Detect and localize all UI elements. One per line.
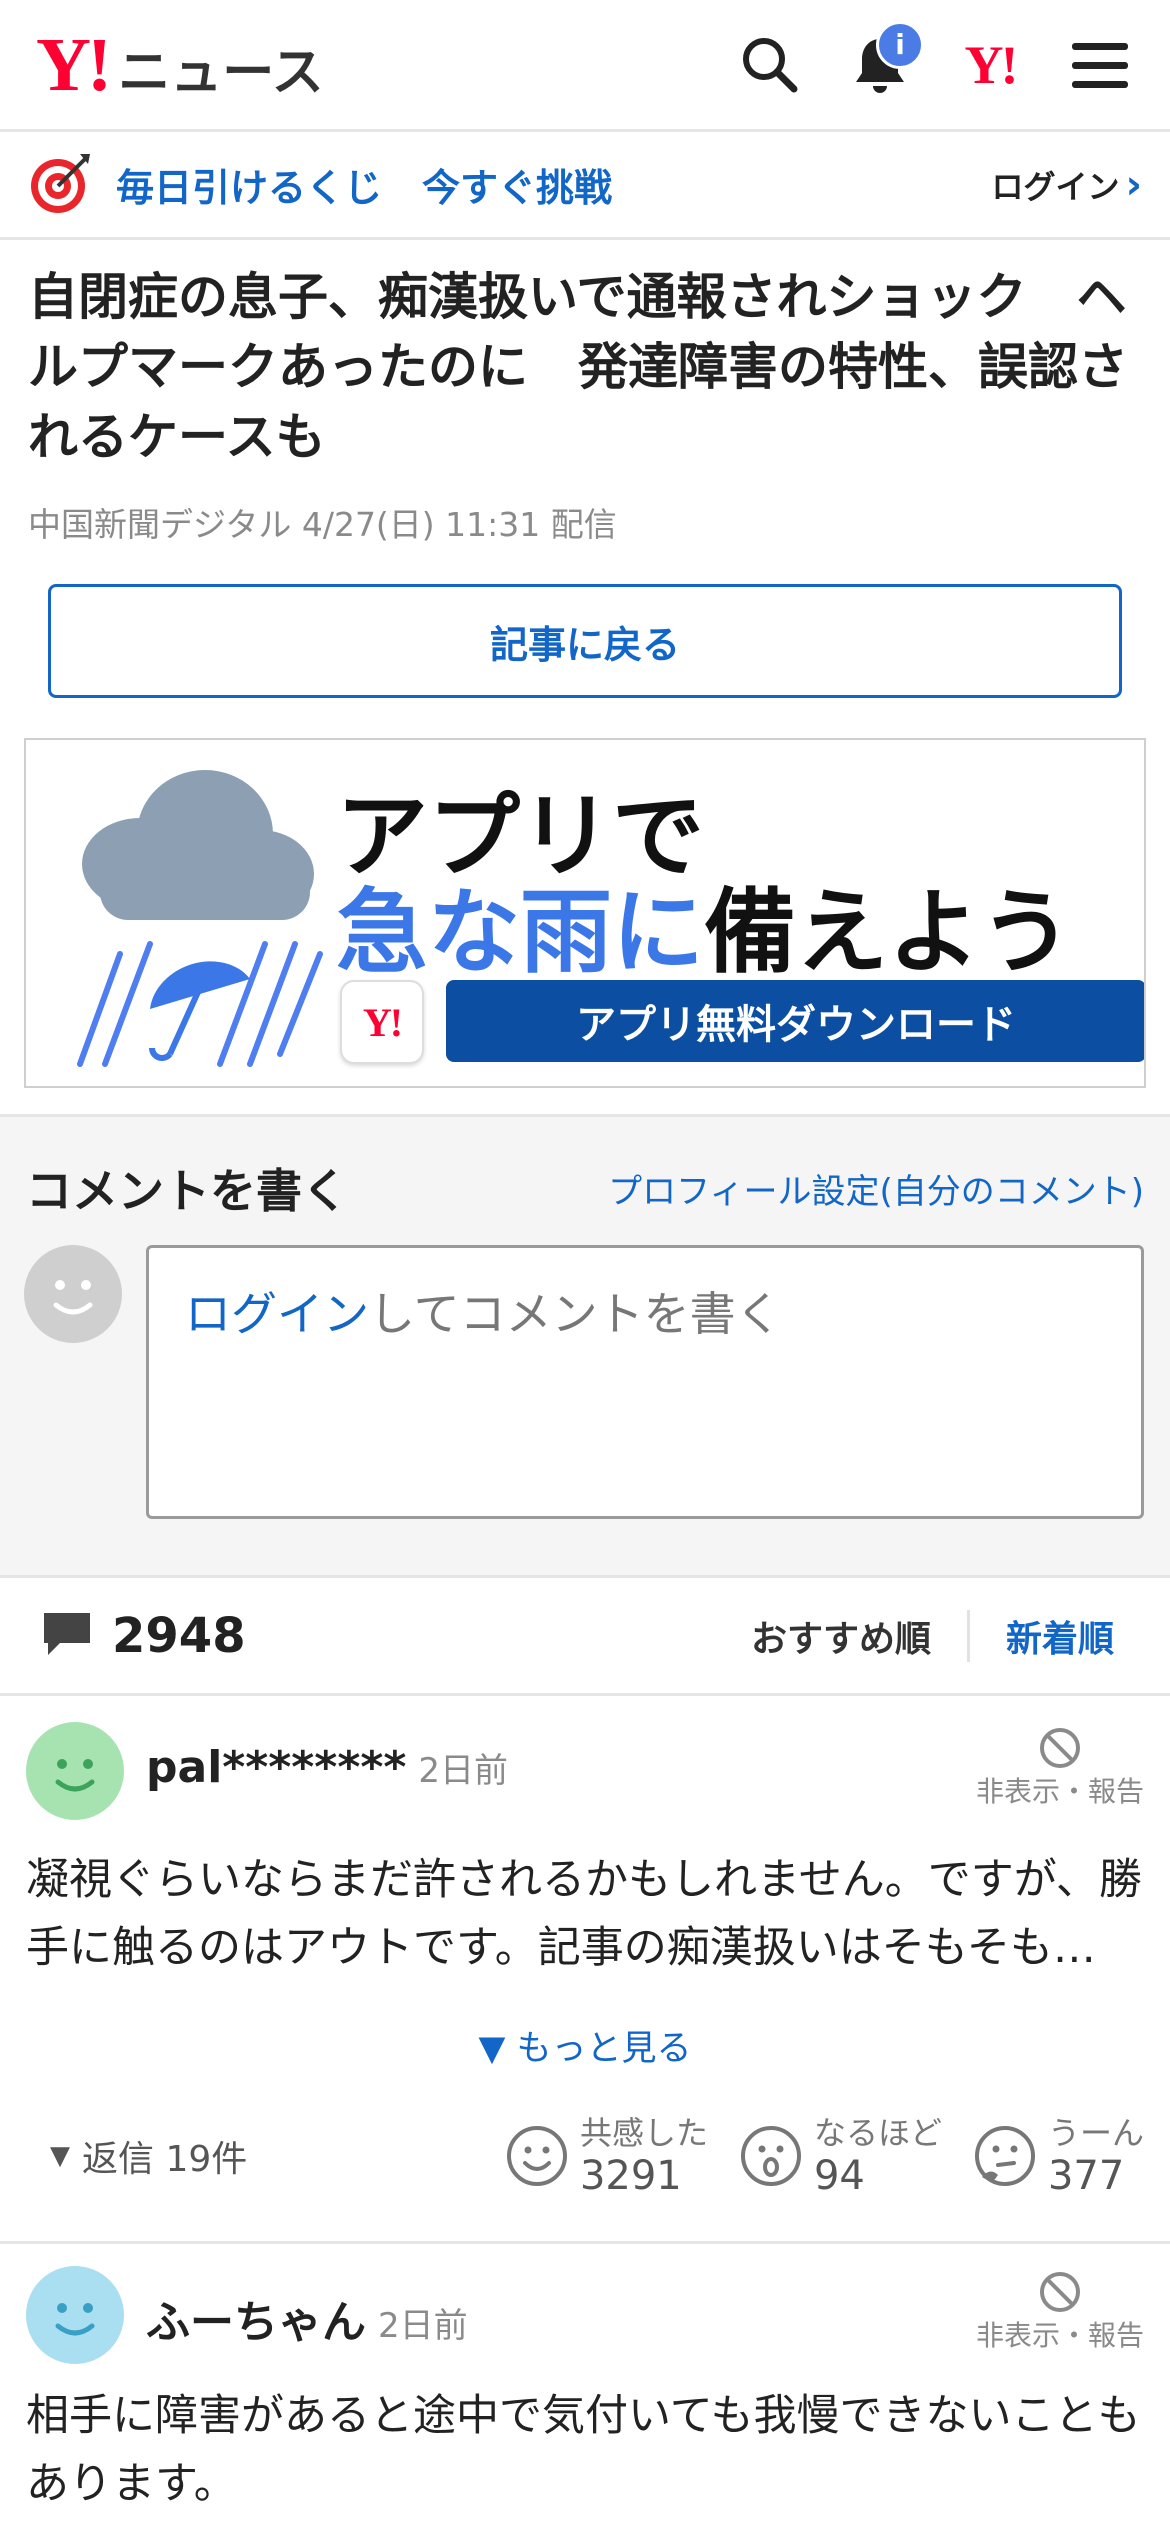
comment-body: 相手に障害があると途中で気付いても我慢できないこともあります。 — [26, 2391, 1141, 2509]
ad-headline-2-black: 備えよう — [704, 879, 1073, 986]
prohibit-icon — [1039, 2272, 1080, 2312]
search-icon[interactable] — [736, 31, 804, 99]
hide-report-label: 非表示・報告 — [975, 2319, 1144, 2352]
comment-header: pal******** 2日前 非表示・報告 — [26, 1696, 1144, 1846]
comment-author[interactable]: pal******** 2日前 — [146, 1742, 508, 1793]
comment-input[interactable]: ログインしてコメントを書く — [146, 1245, 1144, 1519]
speech-bubble-icon — [40, 1609, 94, 1663]
comment-count: 2948 — [112, 1607, 246, 1664]
reaction-label: うーん — [1047, 2114, 1144, 2152]
replies-toggle[interactable]: ▼ 返信 19件 — [50, 2130, 247, 2182]
lottery-promo-bar[interactable]: 毎日引けるくじ 今すぐ挑戦 ログイン › — [0, 132, 1170, 240]
yahoo-app-icon: Y! — [340, 980, 424, 1064]
app-download-button[interactable]: アプリ無料ダウンロード — [446, 980, 1144, 1062]
promo-challenge-label: 今すぐ挑戦 — [422, 166, 613, 210]
avatar — [26, 2266, 124, 2364]
page: Y! ニュース i Y! 毎日引けるくじ 今すぐ挑戦 ログイン › 自閉症の息子… — [0, 0, 1170, 2532]
profile-settings-link[interactable]: プロフィール設定(自分のコメント) — [608, 1164, 1144, 1213]
avatar — [26, 1722, 124, 1820]
bell-icon[interactable]: i — [846, 20, 924, 99]
sort-recommended-tab[interactable]: おすすめ順 — [751, 1609, 970, 1662]
rain-umbrella-illustration — [77, 770, 323, 1067]
comment-footer: ▼ 返信 19件 共感した 3291 なるほど 94 うーん 377 — [26, 2071, 1144, 2241]
yahoo-mark: Y! — [964, 34, 1019, 95]
comment-composer: コメントを書く プロフィール設定(自分のコメント) ログインしてコメントを書く — [0, 1114, 1170, 1578]
target-icon — [28, 150, 94, 220]
comment-item: pal******** 2日前 非表示・報告 凝視ぐらいならまだ許されるかもしれま… — [0, 1696, 1170, 2244]
replies-label: 返信 19件 — [82, 2139, 248, 2180]
promo-lottery-label: 毎日引けるくじ — [116, 166, 383, 210]
comment-time: 2日前 — [418, 1751, 508, 1791]
app-header: Y! ニュース i Y! — [0, 0, 1170, 132]
hide-report-button[interactable]: 非表示・報告 — [976, 1726, 1144, 1810]
see-more-label: もっと見る — [516, 2029, 692, 2069]
reaction-count: 377 — [1047, 2153, 1125, 2199]
yahoo-home-icon[interactable]: Y! — [956, 31, 1024, 99]
comment-time: 2日前 — [378, 2306, 468, 2346]
author-name: pal******** — [146, 1742, 407, 1793]
reaction-label: 共感した — [579, 2114, 708, 2152]
composer-placeholder: してコメントを書く — [369, 1287, 782, 1341]
login-link[interactable]: ログイン › — [992, 162, 1143, 208]
article-title: 自閉症の息子、痴漢扱いで通報されショック ヘルプマークあったのに 発達障害の特性… — [28, 268, 1128, 466]
reaction-agree-button[interactable]: 共感した 3291 — [504, 2113, 708, 2199]
triangle-down-icon: ▼ — [478, 2029, 506, 2069]
reaction-hmm-button[interactable]: うーん 377 — [972, 2113, 1144, 2199]
author-name: ふーちゃん — [146, 2297, 366, 2348]
login-label: ログイン — [991, 167, 1120, 206]
ad-headline-2: 急な雨に備えよう — [336, 858, 1072, 991]
smile-icon — [506, 2126, 567, 2186]
header-actions: i Y! — [736, 20, 1134, 99]
triangle-down-icon: ▼ — [50, 2141, 70, 2171]
composer-login-link[interactable]: ログイン — [185, 1287, 369, 1341]
composer-title: コメントを書く — [26, 1164, 348, 1218]
promo-text: 毎日引けるくじ 今すぐ挑戦 — [116, 157, 612, 212]
logo-mark: Y! — [36, 22, 112, 107]
logo-text: ニュース — [118, 42, 324, 103]
prohibit-icon — [1039, 1728, 1080, 1768]
comment-author[interactable]: ふーちゃん 2日前 — [146, 2286, 468, 2350]
app-logo-mark: Y! — [362, 999, 403, 1045]
hide-report-button[interactable]: 非表示・報告 — [976, 2270, 1144, 2354]
article-meta: 中国新聞デジタル 4/27(日) 11:31 配信 — [28, 505, 617, 544]
chevron-right-icon: › — [1125, 161, 1142, 208]
back-to-article-button[interactable]: 記事に戻る — [48, 584, 1122, 698]
comment-item: ふーちゃん 2日前 非表示・報告 相手に障害があると途中で気付いても我慢できないこ… — [0, 2244, 1170, 2518]
composer-header: コメントを書く プロフィール設定(自分のコメント) — [0, 1117, 1170, 1221]
menu-icon[interactable] — [1066, 31, 1134, 99]
ad-headline-2-blue: 急な雨に — [336, 879, 705, 986]
avatar — [24, 1245, 122, 1343]
app-ad-banner[interactable]: アプリで 急な雨に備えよう Y! アプリ無料ダウンロード — [24, 738, 1146, 1088]
reaction-label: なるほど — [813, 2114, 942, 2152]
comment-body: 凝視ぐらいならまだ許されるかもしれません。ですが、勝手に触るのはアウトです。記事… — [26, 1855, 1142, 1973]
reaction-group: 共感した 3291 なるほど 94 うーん 377 — [504, 2113, 1144, 2199]
see-more-link[interactable]: ▼ もっと見る — [26, 2020, 1144, 2071]
hide-report-label: 非表示・報告 — [975, 1775, 1144, 1808]
surprised-icon — [740, 2126, 801, 2186]
reaction-count: 94 — [813, 2153, 865, 2199]
sort-newest-tab[interactable]: 新着順 — [970, 1610, 1130, 1662]
sort-tabs: おすすめ順 新着順 — [751, 1609, 1130, 1662]
yahoo-news-logo[interactable]: Y! ニュース — [36, 27, 324, 103]
reaction-insight-button[interactable]: なるほど 94 — [738, 2113, 942, 2199]
comment-header: ふーちゃん 2日前 非表示・報告 — [26, 2244, 1144, 2382]
reaction-count: 3291 — [579, 2153, 682, 2199]
comment-count-bar: 2948 おすすめ順 新着順 — [0, 1578, 1170, 1696]
notification-badge: i — [876, 20, 924, 69]
thinking-icon — [974, 2126, 1035, 2186]
